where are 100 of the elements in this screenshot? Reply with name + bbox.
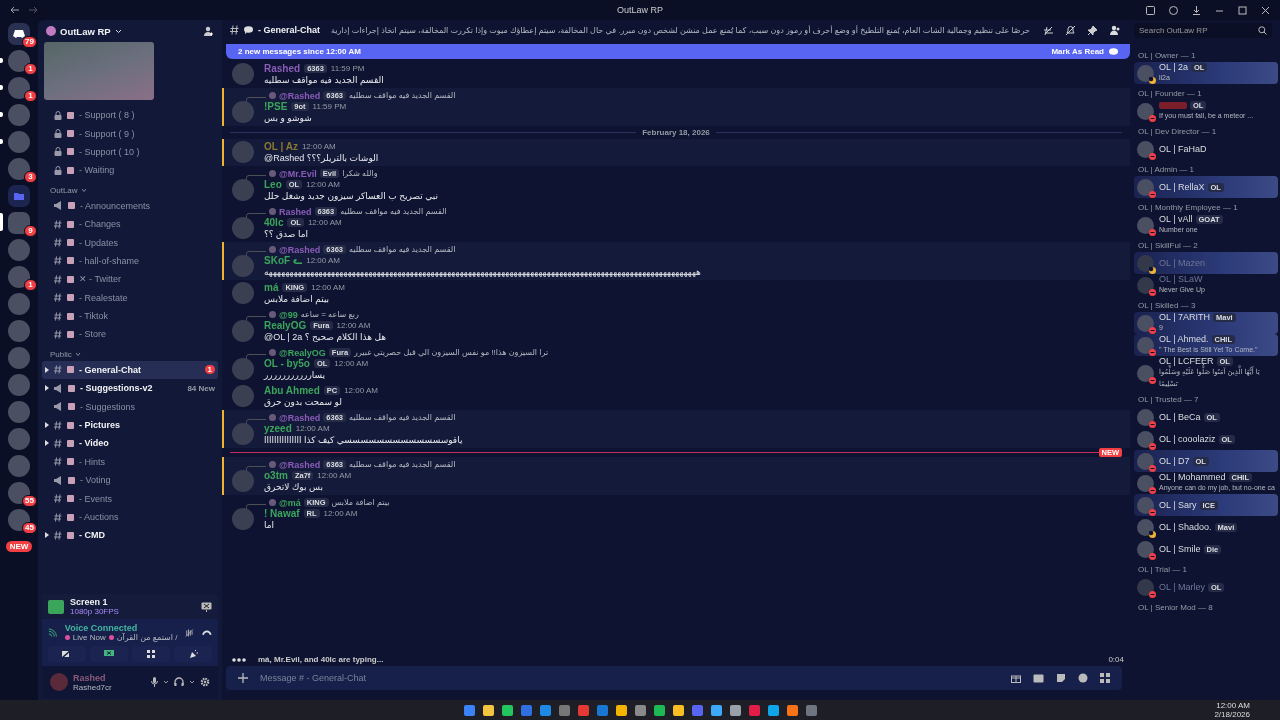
disconnect-icon[interactable] (202, 629, 212, 636)
avatar[interactable] (1137, 408, 1154, 426)
activities-button[interactable] (132, 646, 170, 662)
taskbar-app-icon[interactable] (767, 704, 779, 716)
author-name[interactable]: yzeed (264, 423, 292, 434)
channel-item[interactable]: - Hints (42, 452, 218, 472)
new-messages-bar[interactable]: 2 new messages since 12:00 AM Mark As Read (226, 44, 1130, 59)
channel-item[interactable]: - Support ( 10 ) (42, 142, 218, 162)
channel-item[interactable]: - Store (42, 325, 218, 344)
category-label[interactable]: OutLaw (50, 185, 78, 195)
avatar[interactable] (1137, 518, 1154, 536)
expand-arrow-icon[interactable] (45, 440, 49, 447)
author-name[interactable]: má (264, 282, 279, 293)
reply-preview[interactable]: القسم الجديد فيه مواقف سطليه (349, 413, 456, 422)
avatar[interactable] (1137, 496, 1154, 514)
member-name[interactable]: OL | Shadoo. (1159, 522, 1212, 532)
avatar[interactable] (1137, 452, 1154, 470)
author-name[interactable]: RealyOG (264, 320, 307, 331)
avatar[interactable] (1137, 474, 1154, 492)
channel-item[interactable]: - Changes (42, 214, 218, 234)
avatar[interactable] (1137, 140, 1154, 158)
channel-item[interactable]: - Pictures (42, 415, 218, 435)
add-user-icon[interactable] (203, 25, 214, 37)
screen-share-button[interactable] (90, 646, 128, 662)
member-name[interactable]: OL | cooolaziz (1159, 434, 1216, 444)
member-name[interactable]: OL | Mohammed (1159, 472, 1226, 482)
reply-preview[interactable]: ترا السيزون هذا!! مو نفس السيزون الي قبل حصريتي غبيرر (354, 348, 549, 357)
composer-bar[interactable]: Message # - General-Chat (226, 666, 1122, 690)
author-name[interactable]: Rashed (264, 63, 301, 74)
reply-author[interactable]: @RealyOG (279, 347, 326, 358)
channel-item[interactable]: - hall-of-shame (42, 251, 218, 271)
member-name[interactable]: OL | Mazen (1159, 258, 1206, 268)
server-icon[interactable] (8, 211, 30, 234)
member-nameplate[interactable]: OL | Mazen (1134, 252, 1278, 274)
avatar[interactable] (1137, 314, 1154, 332)
channel-item[interactable]: - Voting (42, 471, 218, 490)
reply-preview[interactable]: القسم الجديد فيه مواقف سطليه (349, 91, 456, 100)
avatar[interactable] (1137, 178, 1154, 196)
server-icon[interactable] (8, 265, 30, 288)
taskbar-app-icon[interactable] (653, 704, 665, 716)
avatar[interactable] (1137, 540, 1154, 558)
reply-author[interactable]: Rashed (279, 206, 312, 217)
avatar[interactable] (1137, 216, 1154, 234)
author-name[interactable]: OL | Az (264, 141, 298, 152)
channel-item[interactable]: - CMD (42, 526, 218, 545)
expand-arrow-icon[interactable] (45, 422, 49, 429)
avatar[interactable] (1137, 276, 1154, 294)
members-icon[interactable] (1109, 24, 1121, 36)
author-name[interactable]: ! Nawaf (264, 508, 300, 519)
forward-arrow-icon[interactable] (28, 6, 38, 14)
chevron-down-icon[interactable] (163, 680, 169, 684)
reply-preview[interactable]: بيتم اضافة ملابس (331, 498, 390, 507)
avatar[interactable] (1137, 578, 1154, 596)
member-name[interactable]: OL | 2a (1159, 62, 1189, 72)
reply-author[interactable]: @Rashed (279, 459, 321, 470)
channel-item[interactable]: - Support ( 9 ) (42, 124, 218, 143)
author-name[interactable]: o3tm (264, 470, 288, 481)
stop-stream-icon[interactable] (201, 601, 212, 612)
settings-icon[interactable] (200, 677, 210, 687)
taskbar-app-icon[interactable] (634, 704, 646, 716)
taskbar-app-icon[interactable] (672, 704, 684, 716)
camera-off-button[interactable] (48, 646, 86, 662)
member-name[interactable]: OL | 7ARITH (1159, 312, 1211, 322)
member-name[interactable]: OL | Sary (1159, 500, 1197, 510)
channel-item[interactable]: - Auctions (42, 507, 218, 527)
author-name[interactable]: Abu Ahmed (264, 385, 320, 396)
member-name[interactable]: OL | RellaX (1159, 182, 1205, 192)
microphone-icon[interactable] (151, 677, 158, 687)
reply-preview[interactable]: القسم الجديد فيه مواقف سطليه (349, 245, 456, 254)
mark-as-read-link[interactable]: Mark As Read (1051, 47, 1104, 56)
folder-icon[interactable] (8, 184, 30, 207)
expand-arrow-icon[interactable] (45, 385, 49, 392)
author-name[interactable]: SKoF ᓚ (264, 255, 303, 266)
reply-author[interactable]: @Rashed (279, 244, 321, 255)
notification-off-icon[interactable] (1065, 24, 1076, 36)
server-name[interactable]: OutLaw RP (60, 25, 111, 37)
channel-item[interactable]: - Updates (42, 233, 218, 252)
server-icon[interactable] (8, 76, 30, 99)
reply-author[interactable]: @Mr.Evil (279, 168, 317, 179)
member-name[interactable]: OL | Marley (1159, 582, 1205, 592)
author-name[interactable]: OL - by5o (264, 358, 310, 369)
noise-suppression-icon[interactable] (185, 627, 195, 638)
taskbar-app-icon[interactable] (539, 704, 551, 716)
channel-item[interactable]: - Waiting (42, 161, 218, 180)
stream-card[interactable]: Screen 1 1080p 30FPS (42, 594, 218, 619)
avatar[interactable] (1137, 364, 1154, 382)
close-icon[interactable] (1261, 5, 1270, 15)
member-name[interactable]: OL | SLaW (1159, 274, 1203, 284)
emoji-icon[interactable] (1078, 673, 1088, 683)
signal-icon[interactable] (48, 627, 57, 638)
channel-item[interactable]: - Support ( 8 ) (42, 106, 218, 125)
chevron-down-icon[interactable] (189, 680, 195, 684)
member-name[interactable]: OL | Smile (1159, 544, 1201, 554)
expand-arrow-icon[interactable] (45, 532, 49, 539)
threads-icon[interactable] (1043, 24, 1054, 36)
plus-icon[interactable] (238, 673, 248, 683)
taskbar-app-icon[interactable] (615, 704, 627, 716)
avatar[interactable] (1137, 336, 1154, 354)
search-field[interactable]: Search OutLaw RP (1134, 22, 1272, 38)
avatar[interactable] (1137, 430, 1154, 448)
